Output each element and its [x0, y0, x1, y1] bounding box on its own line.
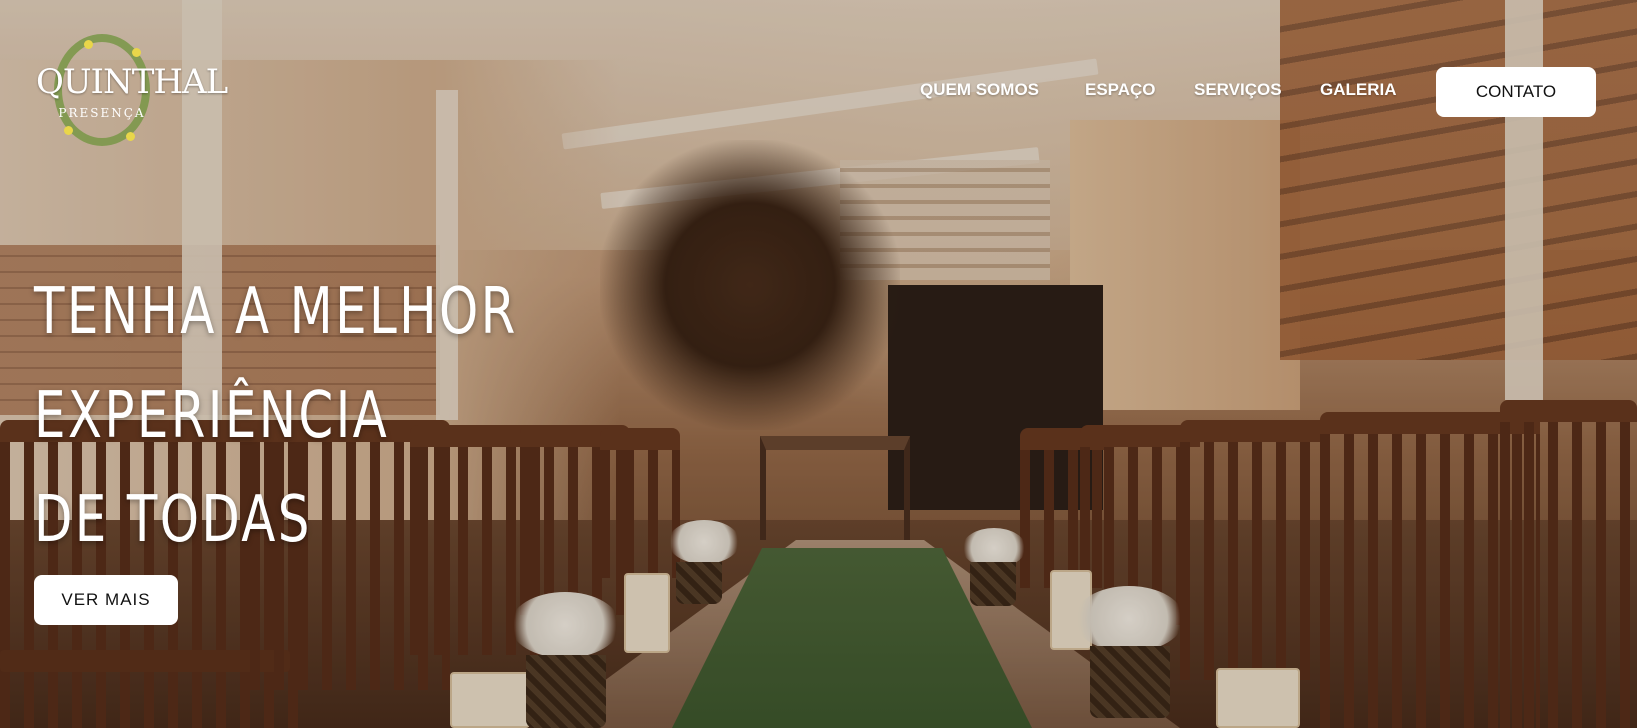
headline-line: DE TODAS — [34, 483, 312, 557]
lemon-dot — [132, 48, 141, 57]
headline-line: EXPERIÊNCIA — [34, 379, 390, 453]
brand-logo[interactable]: QUINTHAL PRESENÇA — [36, 34, 228, 146]
nav-link-servicos[interactable]: SERVIÇOS — [1194, 80, 1282, 100]
see-more-button[interactable]: VER MAIS — [34, 575, 178, 625]
brand-name: QUINTHAL — [36, 62, 228, 102]
contact-button[interactable]: CONTATO — [1436, 67, 1596, 117]
hero-headline: TENHA A MELHOR EXPERIÊNCIA DE TODAS — [34, 260, 518, 572]
lemon-dot — [126, 132, 135, 141]
brand-subtitle: PRESENÇA — [58, 106, 146, 120]
lemon-dot — [84, 40, 93, 49]
headline-line: TENHA A MELHOR — [34, 275, 518, 349]
hero-section: QUINTHAL PRESENÇA QUEM SOMOS ESPAÇO SERV… — [0, 0, 1637, 728]
nav-link-quem-somos[interactable]: QUEM SOMOS — [920, 80, 1039, 100]
nav-link-espaco[interactable]: ESPAÇO — [1085, 80, 1156, 100]
nav-link-galeria[interactable]: GALERIA — [1320, 80, 1397, 100]
lemon-dot — [64, 126, 73, 135]
